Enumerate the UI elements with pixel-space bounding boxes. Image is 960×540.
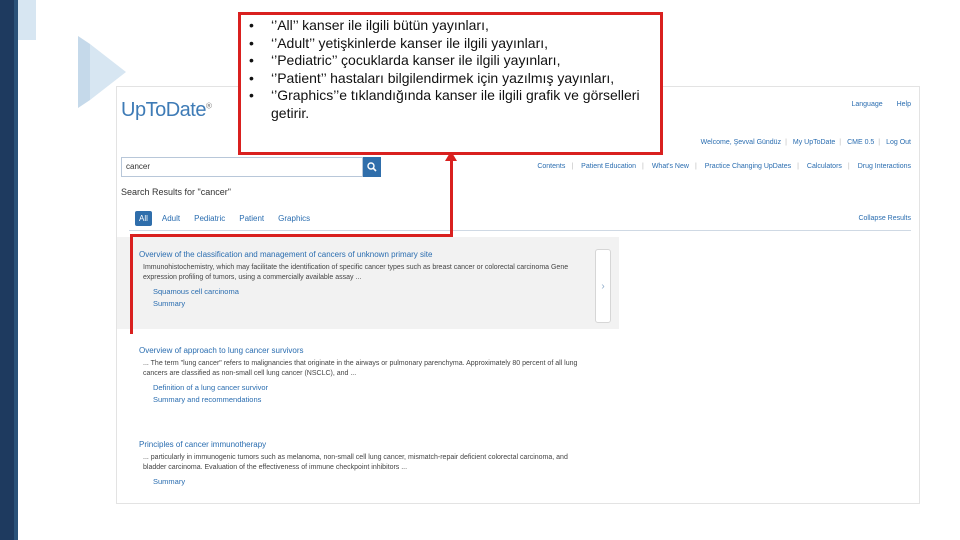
help-link[interactable]: Help bbox=[897, 101, 911, 108]
callout-connector-vertical bbox=[130, 234, 133, 334]
annotation-callout-box: ‘’All’’ kanser ile ilgili bütün yayınlar… bbox=[238, 12, 663, 155]
result-item: Overview of the classification and manag… bbox=[139, 249, 579, 310]
result-snippet: ... particularly in immunogenic tumors s… bbox=[143, 454, 568, 471]
expand-panel-button[interactable]: › bbox=[595, 249, 611, 323]
callout-arrow-line bbox=[450, 160, 453, 236]
result-item: Principles of cancer immunotherapy ... p… bbox=[139, 439, 579, 488]
top-links: Language Help bbox=[839, 101, 911, 108]
cme-link[interactable]: CME 0.5 bbox=[847, 139, 874, 146]
nav-patient-education[interactable]: Patient Education bbox=[581, 163, 636, 170]
my-uptodate-link[interactable]: My UpToDate bbox=[793, 139, 835, 146]
logout-link[interactable]: Log Out bbox=[886, 139, 911, 146]
search-input[interactable]: cancer bbox=[121, 157, 363, 177]
slide-chevron-decoration bbox=[18, 0, 126, 108]
nav-whats-new[interactable]: What's New bbox=[652, 163, 689, 170]
result-title-link[interactable]: Overview of the classification and manag… bbox=[139, 249, 579, 260]
collapse-results-link[interactable]: Collapse Results bbox=[858, 215, 911, 222]
result-title-link[interactable]: Principles of cancer immunotherapy bbox=[139, 439, 579, 450]
tab-graphics[interactable]: Graphics bbox=[274, 211, 314, 226]
result-section-link[interactable]: Summary bbox=[139, 298, 579, 310]
nav-drug-interactions[interactable]: Drug Interactions bbox=[858, 163, 911, 170]
annotation-item-patient: ‘’Patient’’ hastaları bilgilendirmek içi… bbox=[249, 70, 660, 88]
slide-left-bar bbox=[0, 0, 14, 540]
result-item: Overview of approach to lung cancer surv… bbox=[139, 345, 579, 406]
search-button[interactable] bbox=[363, 157, 381, 177]
tab-patient[interactable]: Patient bbox=[235, 211, 268, 226]
nav-calculators[interactable]: Calculators bbox=[807, 163, 842, 170]
annotation-item-all: ‘’All’’ kanser ile ilgili bütün yayınlar… bbox=[249, 17, 660, 35]
main-nav: Contents | Patient Education | What's New |… bbox=[537, 163, 911, 170]
chevron-right-icon: › bbox=[601, 280, 605, 292]
nav-contents[interactable]: Contents bbox=[537, 163, 565, 170]
tab-adult[interactable]: Adult bbox=[158, 211, 184, 226]
user-bar: Welcome, Şevval Gündüz | My UpToDate | CME… bbox=[700, 139, 911, 146]
annotation-list: ‘’All’’ kanser ile ilgili bütün yayınlar… bbox=[241, 15, 660, 122]
search-icon bbox=[367, 162, 377, 172]
annotation-item-graphics: ‘’Graphics’’e tıklandığında kanser ile i… bbox=[249, 87, 660, 122]
uptodate-logo: UpToDate® bbox=[121, 99, 212, 121]
results-panel: › Overview of the classification and man… bbox=[117, 237, 619, 503]
result-section-link[interactable]: Squamous cell carcinoma bbox=[139, 286, 579, 298]
welcome-text: Welcome, Şevval Gündüz bbox=[700, 139, 782, 146]
annotation-item-pediatric: ‘’Pediatric’’ çocuklarda kanser ile ilgi… bbox=[249, 52, 660, 70]
nav-practice-changing[interactable]: Practice Changing UpDates bbox=[705, 163, 791, 170]
search-results-title: Search Results for "cancer" bbox=[121, 187, 231, 197]
annotation-item-adult: ‘’Adult’’ yetişkinlerde kanser ile ilgil… bbox=[249, 35, 660, 53]
result-section-link[interactable]: Summary and recommendations bbox=[139, 394, 579, 406]
language-link[interactable]: Language bbox=[851, 101, 882, 108]
result-section-link[interactable]: Summary bbox=[139, 476, 579, 488]
result-snippet: ... The term "lung cancer" refers to mal… bbox=[143, 360, 578, 377]
tab-pediatric[interactable]: Pediatric bbox=[190, 211, 229, 226]
tab-divider bbox=[129, 230, 911, 231]
tab-all[interactable]: All bbox=[135, 211, 152, 226]
callout-connector-horizontal bbox=[130, 234, 453, 237]
result-section-link[interactable]: Definition of a lung cancer survivor bbox=[139, 382, 579, 394]
result-title-link[interactable]: Overview of approach to lung cancer surv… bbox=[139, 345, 579, 356]
result-tabs: All Adult Pediatric Patient Graphics bbox=[135, 211, 314, 226]
result-snippet: Immunohistochemistry, which may facilita… bbox=[143, 264, 569, 281]
